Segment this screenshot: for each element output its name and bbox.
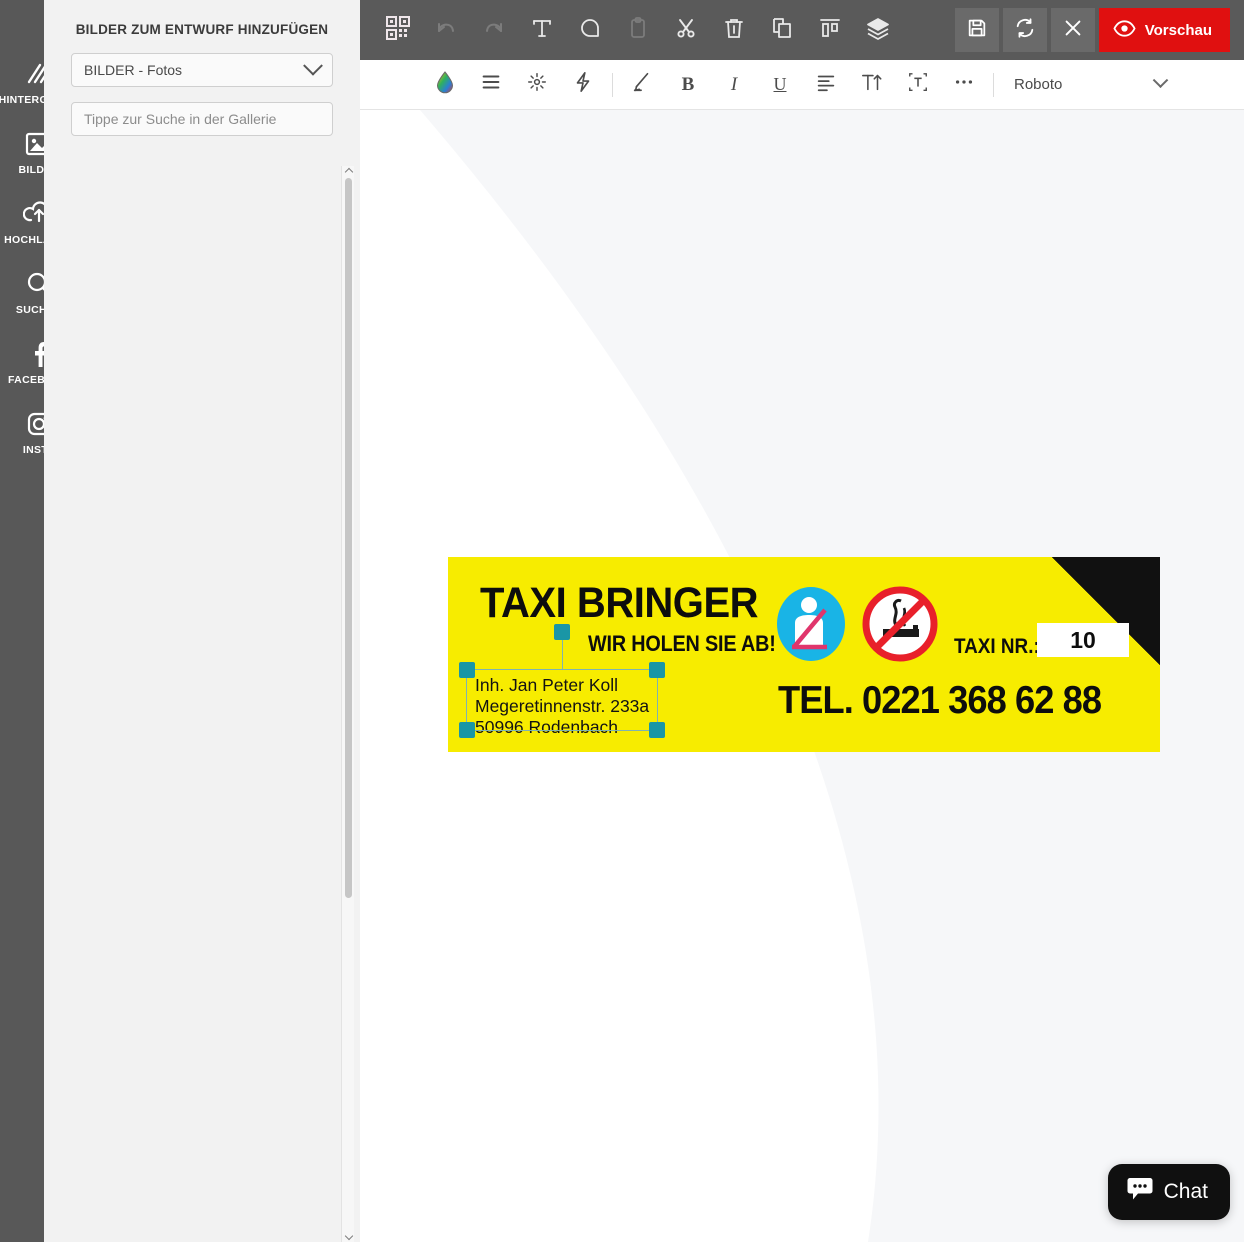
pen-button[interactable] (619, 65, 665, 105)
sparkle-icon (526, 71, 548, 98)
layers-icon (866, 16, 890, 45)
refresh-button[interactable] (1002, 8, 1047, 52)
taxi-nr-value: 10 (1070, 626, 1096, 653)
preview-button[interactable]: Vorschau (1098, 8, 1230, 52)
no-smoking-icon[interactable] (861, 585, 939, 663)
color-drop-icon (434, 70, 456, 99)
text-size-icon (861, 71, 883, 98)
category-select[interactable]: BILDER - Fotos (71, 53, 333, 87)
chevron-down-icon[interactable] (342, 1230, 355, 1242)
top-toolbar: Vorschau (360, 0, 1244, 60)
align-top-icon (818, 16, 842, 45)
close-button[interactable] (1050, 8, 1095, 52)
cut-button[interactable] (662, 7, 710, 53)
italic-i-icon: I (730, 73, 738, 95)
italic-button[interactable]: I (711, 65, 757, 105)
gallery-search-input[interactable]: Tippe zur Suche in der Gallerie (71, 102, 333, 136)
category-select-value: BILDER - Fotos (84, 62, 183, 78)
lightning-icon (572, 71, 594, 98)
undo-icon (434, 16, 458, 45)
chevron-down-icon (303, 55, 323, 76)
more-options-button[interactable] (941, 65, 987, 105)
save-button[interactable] (954, 8, 999, 52)
text-box-button[interactable] (895, 65, 941, 105)
paste-button[interactable] (614, 7, 662, 53)
copy-icon (770, 16, 794, 45)
shape-icon (578, 16, 602, 45)
brightness-button[interactable] (514, 65, 560, 105)
scissors-icon (674, 16, 698, 45)
shape-button[interactable] (566, 7, 614, 53)
design-subtitle-text[interactable]: WIR HOLEN SIE AB! (588, 631, 776, 657)
text-button[interactable] (518, 7, 566, 53)
design-address-text[interactable]: Inh. Jan Peter Koll Megeretinnenstr. 233… (475, 675, 661, 738)
seatbelt-icon[interactable] (775, 585, 847, 663)
rotate-handle-line (562, 632, 563, 670)
line-height-button[interactable] (468, 65, 514, 105)
resize-handle-top-left[interactable] (459, 662, 475, 678)
font-family-value: Roboto (1014, 76, 1063, 93)
panel-title: BILDER ZUM ENTWURF HINZUFÜGEN (75, 22, 329, 37)
align-button[interactable] (806, 7, 854, 53)
text-size-button[interactable] (849, 65, 895, 105)
gallery-scrollbar[interactable] (341, 166, 354, 1242)
effects-button[interactable] (560, 65, 606, 105)
resize-handle-bottom-right[interactable] (649, 722, 665, 738)
gallery-search-placeholder: Tippe zur Suche in der Gallerie (84, 111, 277, 127)
chevron-down-icon (1152, 72, 1169, 89)
scrollbar-thumb[interactable] (345, 178, 352, 898)
floppy-disk-icon (966, 17, 988, 44)
redo-button[interactable] (470, 7, 518, 53)
qr-code-button[interactable] (374, 7, 422, 53)
bold-button[interactable]: B (665, 65, 711, 105)
clipboard-icon (626, 16, 650, 45)
ellipsis-icon (953, 71, 975, 98)
banner-design-object[interactable]: TAXI BRINGER WIR HOLEN SIE AB! Inh. Jan … (448, 557, 1160, 752)
undo-button[interactable] (422, 7, 470, 53)
text-frame-icon (907, 71, 929, 98)
text-t-icon (530, 16, 554, 45)
chat-label: Chat (1163, 1180, 1208, 1203)
chat-widget-button[interactable]: Chat (1107, 1164, 1230, 1220)
design-editor-app: HINTERGRUND BILDER HOCHLADEN SUCHEN FACE… (0, 0, 1244, 1242)
resize-handle-bottom-left[interactable] (459, 722, 475, 738)
text-align-button[interactable] (803, 65, 849, 105)
underline-u-icon: U (773, 74, 787, 94)
refresh-icon (1014, 17, 1036, 44)
lines-icon (480, 71, 502, 98)
resize-handle-top-right[interactable] (649, 662, 665, 678)
redo-icon (482, 16, 506, 45)
toolbar-divider (612, 72, 613, 97)
toolbar-divider-2 (993, 72, 994, 97)
font-family-select[interactable]: Roboto (1014, 68, 1169, 102)
preview-label: Vorschau (1144, 21, 1212, 39)
images-panel: BILDER ZUM ENTWURF HINZUFÜGEN BILDER - F… (44, 0, 360, 1242)
design-phone-text[interactable]: TEL. 0221 368 62 88 (778, 679, 1102, 723)
trash-icon (722, 16, 746, 45)
qr-code-icon (386, 15, 410, 45)
eye-icon (1113, 17, 1136, 44)
chat-bubble-icon (1126, 1176, 1154, 1208)
color-picker-button[interactable] (422, 65, 468, 105)
chevron-up-icon[interactable] (342, 166, 355, 178)
duplicate-button[interactable] (758, 7, 806, 53)
delete-button[interactable] (710, 7, 758, 53)
bold-b-icon: B (681, 73, 695, 95)
layers-button[interactable] (854, 7, 902, 53)
align-left-icon (815, 71, 837, 98)
close-x-icon (1062, 17, 1084, 44)
taxi-nr-value-box[interactable]: 10 (1037, 623, 1129, 657)
pen-icon (631, 71, 653, 98)
design-canvas[interactable]: TAXI BRINGER WIR HOLEN SIE AB! Inh. Jan … (360, 110, 1244, 1242)
design-title-text[interactable]: TAXI BRINGER (480, 579, 759, 628)
underline-button[interactable]: U (757, 65, 803, 105)
format-toolbar: B I U Roboto (360, 60, 1244, 110)
taxi-nr-label[interactable]: TAXI NR.: (954, 635, 1040, 659)
